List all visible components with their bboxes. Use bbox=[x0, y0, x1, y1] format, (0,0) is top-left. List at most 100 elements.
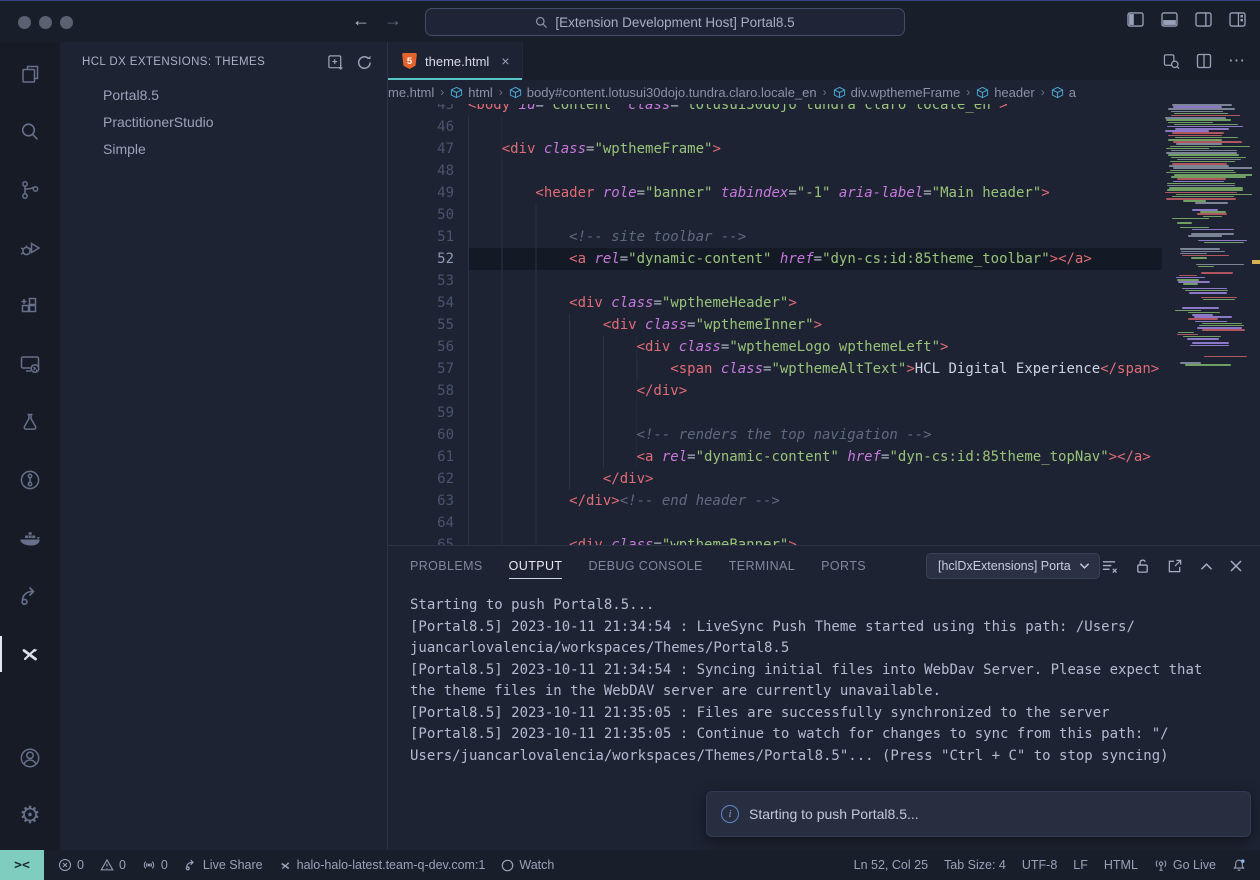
status-item-watch[interactable]: Watch bbox=[493, 850, 562, 880]
code-line[interactable]: 58</div> bbox=[388, 380, 1162, 402]
breadcrumb-item[interactable]: me.html bbox=[388, 85, 434, 100]
more-actions-icon[interactable]: ⋯ bbox=[1228, 51, 1246, 71]
panel-tab-terminal[interactable]: TERMINAL bbox=[729, 546, 795, 586]
status-item[interactable] bbox=[1224, 850, 1254, 880]
breadcrumb[interactable]: me.html›html›body#content.lotusui30dojo.… bbox=[388, 80, 1260, 104]
toggle-secondary-sidebar-icon[interactable] bbox=[1195, 12, 1212, 27]
code-line[interactable]: 48 bbox=[388, 160, 1162, 182]
split-editor-icon[interactable] bbox=[1196, 53, 1212, 69]
status-item-tab-size-4[interactable]: Tab Size: 4 bbox=[936, 850, 1014, 880]
hcl-dx-extensions-icon[interactable] bbox=[0, 628, 60, 680]
status-item-ln-52-col-25[interactable]: Ln 52, Col 25 bbox=[846, 850, 936, 880]
testing-icon[interactable] bbox=[0, 396, 60, 448]
code-line-content bbox=[468, 402, 1162, 424]
code-line[interactable]: 54<div class="wpthemeHeader"> bbox=[388, 292, 1162, 314]
toggle-primary-sidebar-icon[interactable] bbox=[1127, 12, 1144, 27]
code-line[interactable]: 63</div><!-- end header --> bbox=[388, 490, 1162, 512]
code-line[interactable]: 65<div class="wpthemeBanner"> bbox=[388, 534, 1162, 545]
code-line[interactable]: 52<a rel="dynamic-content" href="dyn-cs:… bbox=[388, 248, 1162, 270]
code-line[interactable]: 57<span class="wpthemeAltText">HCL Digit… bbox=[388, 358, 1162, 380]
panel-tab-debug-console[interactable]: DEBUG CONSOLE bbox=[588, 546, 702, 586]
docker-icon[interactable] bbox=[0, 512, 60, 564]
code-line[interactable]: 60<!-- renders the top navigation --> bbox=[388, 424, 1162, 446]
close-panel-icon[interactable] bbox=[1230, 560, 1242, 572]
gitlens-icon[interactable] bbox=[0, 454, 60, 506]
run-and-debug-icon[interactable] bbox=[0, 222, 60, 274]
panel-tab-output[interactable]: OUTPUT bbox=[509, 546, 563, 586]
clear-output-icon[interactable] bbox=[1101, 559, 1118, 574]
code-line[interactable]: 50 bbox=[388, 204, 1162, 226]
open-preview-icon[interactable] bbox=[1163, 53, 1180, 69]
search-icon[interactable] bbox=[0, 106, 60, 158]
minimap-line bbox=[1162, 286, 1252, 288]
code-editor[interactable]: 45<body id="content" class="lotusui30doj… bbox=[388, 104, 1260, 545]
maximize-window-icon[interactable] bbox=[60, 16, 73, 29]
line-number: 49 bbox=[388, 182, 454, 204]
minimap-line bbox=[1190, 345, 1229, 347]
new-theme-icon[interactable] bbox=[327, 54, 344, 71]
minimap-line bbox=[1166, 119, 1232, 121]
status-item-live-share[interactable]: Live Share bbox=[176, 850, 271, 880]
code-line[interactable]: 64 bbox=[388, 512, 1162, 534]
source-control-icon[interactable] bbox=[0, 164, 60, 216]
breadcrumb-item[interactable]: body#content.lotusui30dojo.tundra.claro.… bbox=[509, 85, 817, 100]
open-in-editor-icon[interactable] bbox=[1167, 558, 1183, 574]
code-line[interactable]: 59 bbox=[388, 402, 1162, 424]
status-item-halo-halo-latest-team-q-dev-com-1[interactable]: halo-halo-latest.team-q-dev.com:1 bbox=[271, 850, 494, 880]
maximize-panel-icon[interactable] bbox=[1200, 562, 1213, 571]
accounts-icon[interactable] bbox=[0, 732, 60, 784]
customize-layout-icon[interactable] bbox=[1229, 12, 1246, 27]
status-item-utf-8[interactable]: UTF-8 bbox=[1014, 850, 1065, 880]
code-line[interactable]: 61<a rel="dynamic-content" href="dyn-cs:… bbox=[388, 446, 1162, 468]
toggle-panel-icon[interactable] bbox=[1161, 12, 1178, 27]
status-item-0[interactable]: 0 bbox=[134, 850, 176, 880]
code-line[interactable]: 62</div> bbox=[388, 468, 1162, 490]
code-line[interactable]: 49<header role="banner" tabindex="-1" ar… bbox=[388, 182, 1162, 204]
navigate-forward-icon[interactable]: → bbox=[384, 10, 402, 31]
lock-scroll-icon[interactable] bbox=[1135, 558, 1150, 574]
breadcrumb-item[interactable]: a bbox=[1051, 85, 1076, 100]
code-line-content: <div class="wpthemeBanner"> bbox=[468, 534, 1162, 545]
panel-tab-problems[interactable]: PROBLEMS bbox=[410, 546, 483, 586]
extensions-icon[interactable] bbox=[0, 280, 60, 332]
close-window-icon[interactable] bbox=[18, 16, 31, 29]
output-channel-select[interactable]: [hclDxExtensions] Porta bbox=[926, 553, 1100, 579]
notification-toast[interactable]: i Starting to push Portal8.5... bbox=[706, 791, 1251, 837]
status-item-html[interactable]: HTML bbox=[1096, 850, 1146, 880]
settings-gear-icon[interactable]: ⚙ bbox=[0, 790, 60, 842]
status-item-0[interactable]: 0 bbox=[50, 850, 92, 880]
theme-list-item[interactable]: Portal8.5 bbox=[60, 82, 387, 109]
code-line[interactable]: 55<div class="wpthemeInner"> bbox=[388, 314, 1162, 336]
theme-list-item[interactable]: PractitionerStudio bbox=[60, 109, 387, 136]
navigate-back-icon[interactable]: ← bbox=[352, 10, 370, 31]
breadcrumb-item[interactable]: html bbox=[450, 85, 493, 100]
code-line[interactable]: 56<div class="wpthemeLogo wpthemeLeft"> bbox=[388, 336, 1162, 358]
minimap-line bbox=[1162, 360, 1252, 362]
status-item-0[interactable]: 0 bbox=[92, 850, 134, 880]
command-center-search[interactable]: [Extension Development Host] Portal8.5 bbox=[425, 8, 905, 36]
remote-indicator[interactable]: >< bbox=[0, 850, 44, 880]
code-line[interactable]: 47<div class="wpthemeFrame"> bbox=[388, 138, 1162, 160]
minimap[interactable] bbox=[1162, 104, 1252, 545]
tab-theme-html[interactable]: 5 theme.html × bbox=[388, 42, 523, 80]
status-item-go-live[interactable]: Go Live bbox=[1146, 850, 1224, 880]
theme-list-item[interactable]: Simple bbox=[60, 136, 387, 163]
refresh-icon[interactable] bbox=[356, 54, 373, 71]
breadcrumb-item[interactable]: div.wpthemeFrame bbox=[833, 85, 961, 100]
output-log[interactable]: Starting to push Portal8.5...[Portal8.5]… bbox=[388, 586, 1260, 767]
status-item-lf[interactable]: LF bbox=[1065, 850, 1096, 880]
panel-tab-ports[interactable]: PORTS bbox=[821, 546, 866, 586]
window-controls[interactable] bbox=[18, 16, 73, 29]
output-line: [Portal8.5] 2023-10-11 21:35:05 : Contin… bbox=[410, 724, 1260, 746]
code-line[interactable]: 46 bbox=[388, 116, 1162, 138]
explorer-icon[interactable] bbox=[0, 48, 60, 100]
code-line[interactable]: 51<!-- site toolbar --> bbox=[388, 226, 1162, 248]
line-number: 46 bbox=[388, 116, 454, 138]
code-line[interactable]: 53 bbox=[388, 270, 1162, 292]
remote-explorer-icon[interactable] bbox=[0, 338, 60, 390]
minimize-window-icon[interactable] bbox=[39, 16, 52, 29]
code-line[interactable]: 45<body id="content" class="lotusui30doj… bbox=[388, 104, 1162, 116]
breadcrumb-item[interactable]: header bbox=[976, 85, 1034, 100]
close-tab-icon[interactable]: × bbox=[501, 53, 509, 69]
live-share-icon[interactable] bbox=[0, 570, 60, 622]
